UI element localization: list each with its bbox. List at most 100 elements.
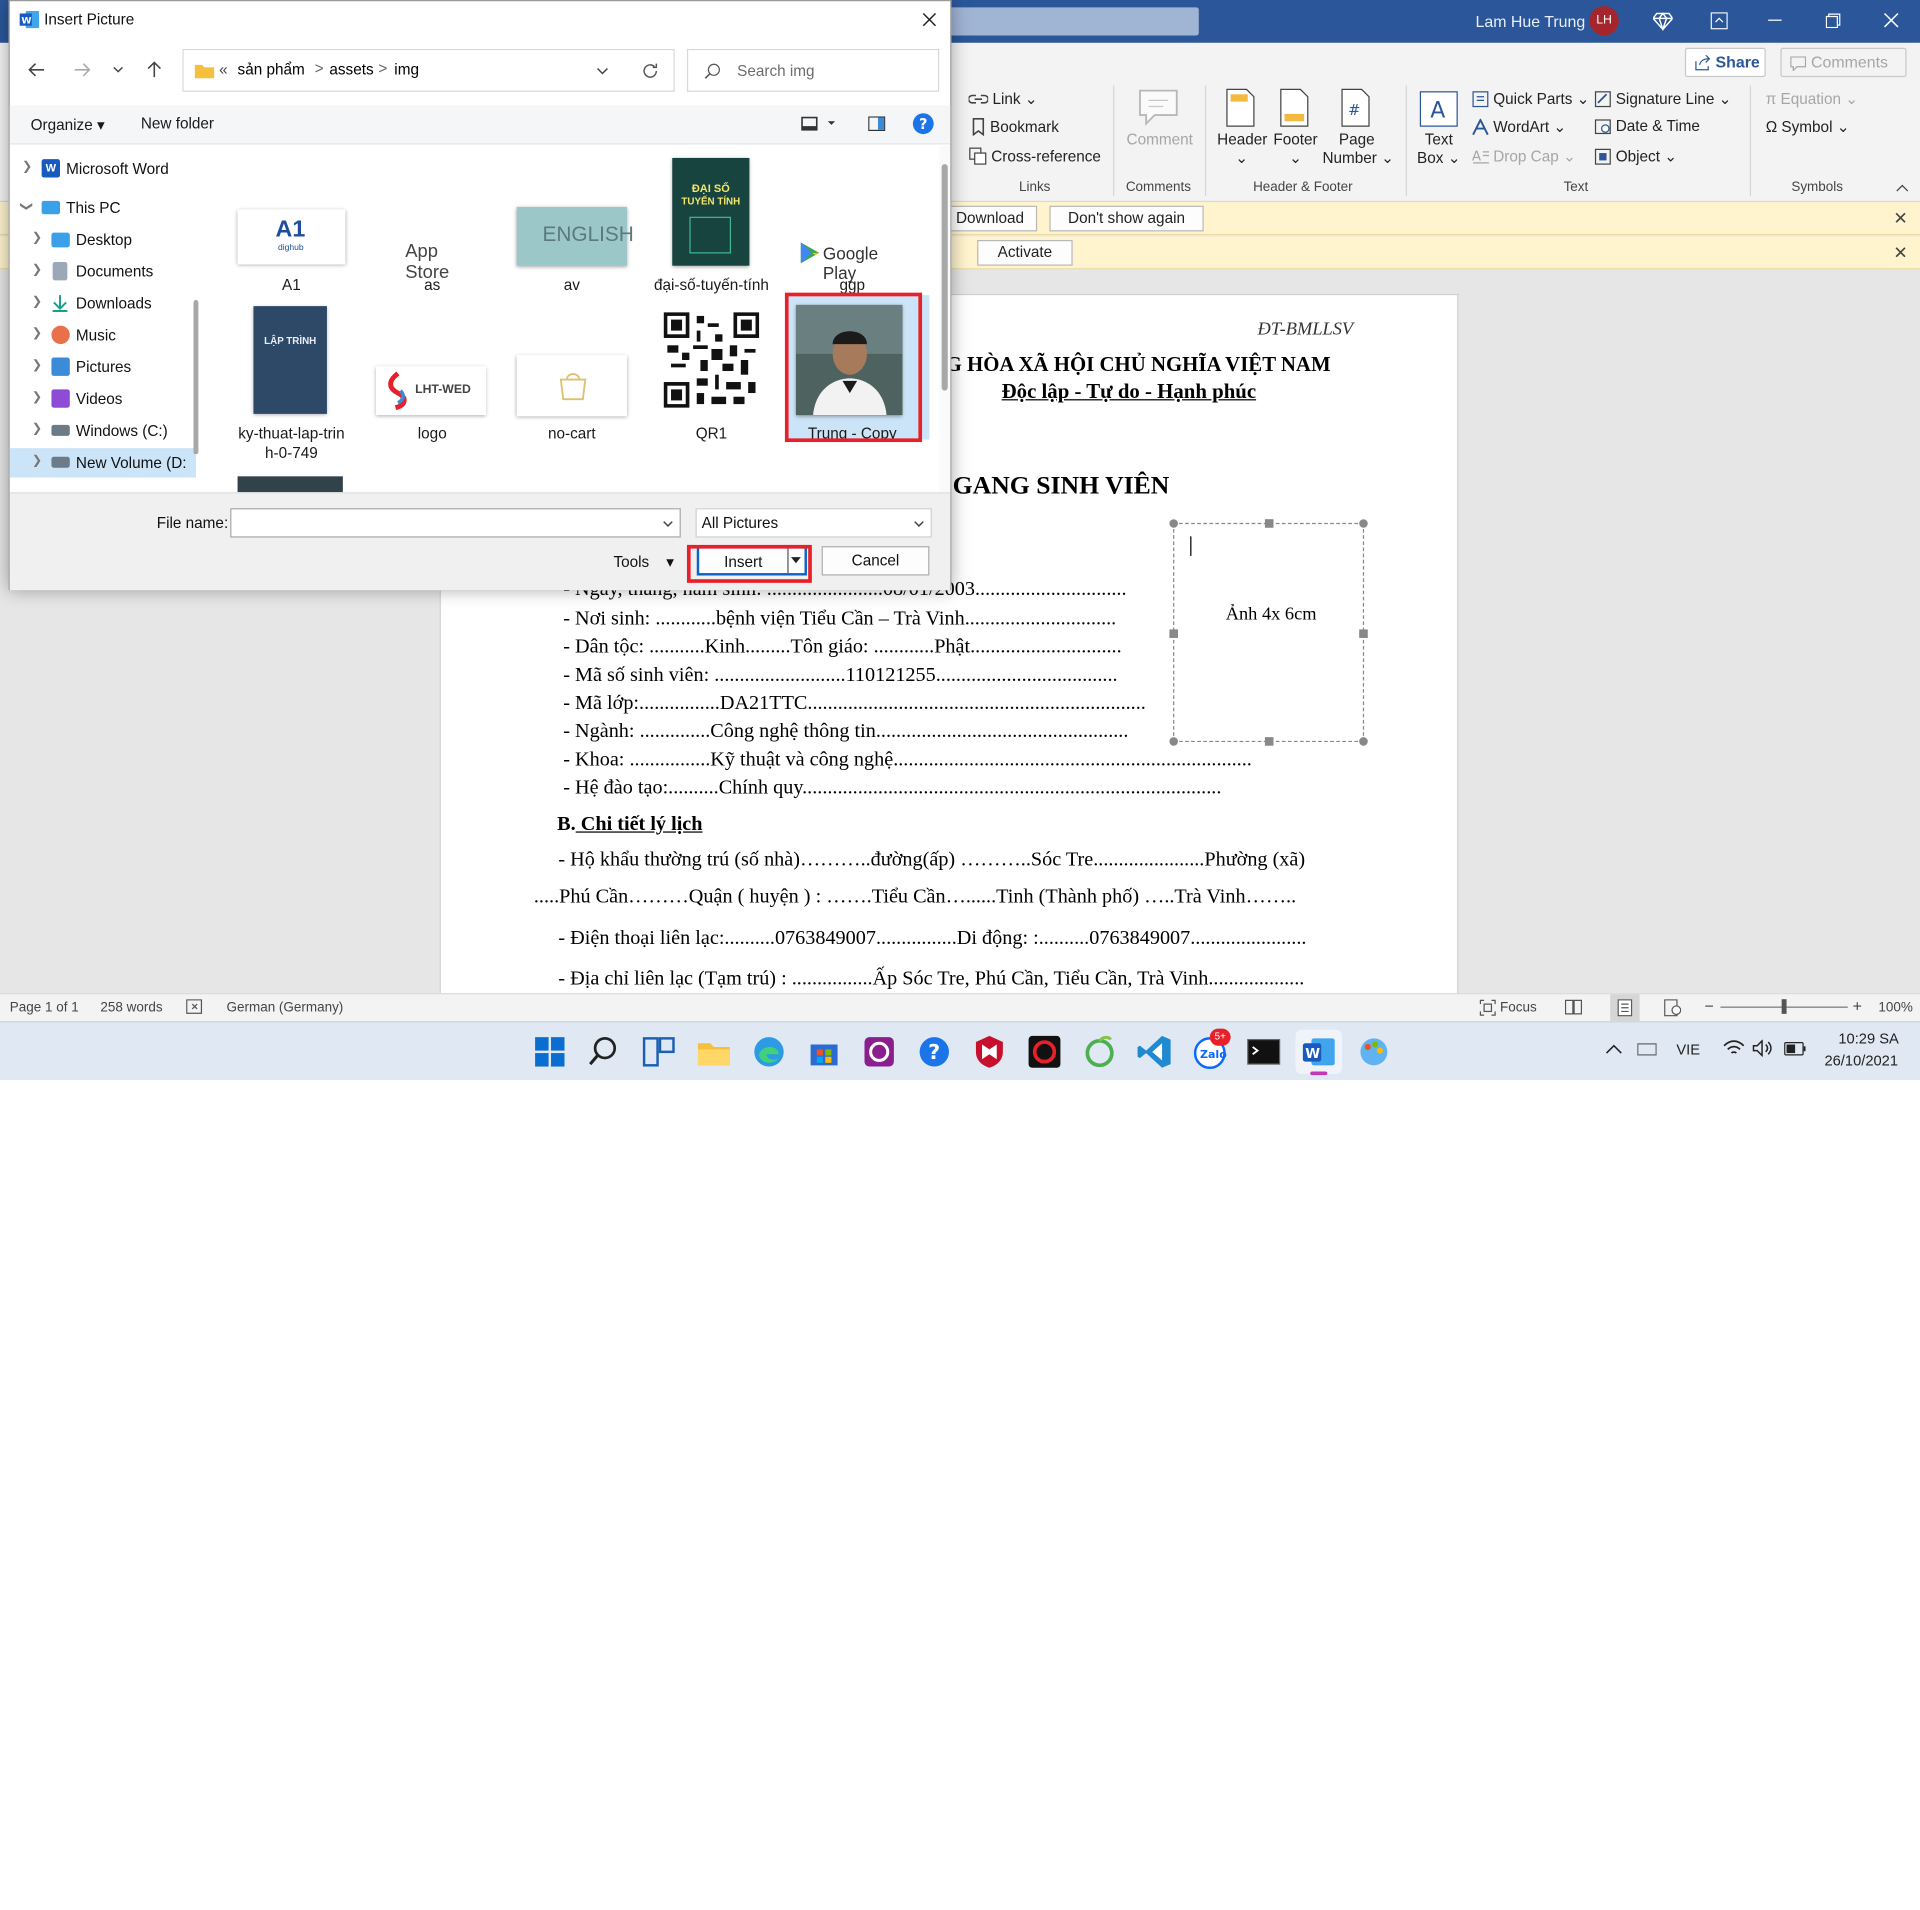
- help-icon[interactable]: ?: [912, 113, 934, 135]
- breadcrumb-separator[interactable]: >: [315, 60, 324, 77]
- chevron-right-icon[interactable]: ❯: [32, 231, 42, 244]
- bookmark-button[interactable]: Bookmark: [971, 117, 1059, 136]
- thumbnail-ggp[interactable]: Google Play: [797, 238, 913, 283]
- file-name[interactable]: ky-thuat-lap-trin: [222, 424, 362, 444]
- chevron-up-icon[interactable]: [1605, 1044, 1622, 1054]
- quick-parts-button[interactable]: Quick Parts ⌄: [1472, 89, 1589, 108]
- thumbnail-av[interactable]: ENGLISH: [516, 206, 634, 266]
- page-count[interactable]: Page 1 of 1: [10, 1000, 79, 1015]
- chevron-down-icon[interactable]: [596, 67, 608, 75]
- new-folder-button[interactable]: New folder: [141, 115, 214, 132]
- chevron-right-icon[interactable]: ❯: [22, 160, 32, 173]
- thumbnail-as[interactable]: App Store: [375, 231, 487, 283]
- header-button[interactable]: Header ⌄: [1217, 131, 1267, 167]
- text-box-button[interactable]: Text Box ⌄: [1416, 131, 1463, 167]
- date-time-button[interactable]: Date & Time: [1594, 118, 1700, 135]
- wordart-button[interactable]: WordArt ⌄: [1472, 118, 1566, 136]
- organize-button[interactable]: Organize ▾: [31, 115, 105, 133]
- address-bar[interactable]: « sản phẩm > assets > img: [182, 48, 675, 92]
- zoom-slider-thumb[interactable]: [1781, 999, 1787, 1014]
- nav-item-microsoft-word[interactable]: ❯ W Microsoft Word: [10, 154, 196, 183]
- file-explorer-icon[interactable]: [694, 1032, 733, 1071]
- focus-button[interactable]: Focus: [1500, 1000, 1537, 1015]
- resize-handle[interactable]: [1169, 737, 1178, 746]
- comments-button[interactable]: Comments: [1780, 47, 1907, 78]
- view-options-icon[interactable]: [801, 116, 838, 131]
- thumbnail-dai-so-tuyen-tinh[interactable]: ĐẠI SỐ TUYẾN TÍNH: [672, 157, 750, 266]
- chevron-right-icon[interactable]: ❯: [32, 391, 42, 404]
- symbol-button[interactable]: Ω Symbol ⌄: [1766, 118, 1850, 136]
- chevron-right-icon[interactable]: ❯: [32, 263, 42, 276]
- zoom-in-button[interactable]: +: [1853, 997, 1862, 1015]
- print-layout-icon[interactable]: [1610, 994, 1640, 1022]
- chevron-right-icon[interactable]: ❯: [32, 295, 42, 308]
- proofing-icon[interactable]: [186, 999, 203, 1015]
- file-name[interactable]: logo: [362, 424, 502, 444]
- download-button[interactable]: Download: [942, 205, 1038, 232]
- chevron-down-icon[interactable]: ❯: [19, 201, 32, 211]
- keyboard-icon[interactable]: [1637, 1041, 1657, 1058]
- search-input[interactable]: Search img: [686, 48, 940, 92]
- chevron-right-icon[interactable]: ❯: [32, 327, 42, 340]
- resize-handle[interactable]: [1169, 519, 1178, 528]
- start-icon[interactable]: [530, 1032, 569, 1071]
- close-icon[interactable]: ✕: [1893, 242, 1907, 263]
- activate-button[interactable]: Activate: [977, 240, 1073, 266]
- nav-item-this-pc[interactable]: ❯ This PC: [10, 193, 196, 222]
- search-icon[interactable]: [584, 1032, 623, 1071]
- file-name[interactable]: đại-số-tuyến-tính: [642, 276, 782, 296]
- footer-button[interactable]: Footer ⌄: [1271, 131, 1320, 167]
- app-icon[interactable]: [860, 1032, 899, 1071]
- nav-item-music[interactable]: ❯ Music: [10, 321, 196, 350]
- file-type-select[interactable]: All Pictures: [695, 508, 932, 538]
- app-leaf-icon[interactable]: [1080, 1032, 1119, 1071]
- breadcrumb-item[interactable]: assets: [329, 61, 373, 78]
- terminal-icon[interactable]: [1244, 1032, 1283, 1071]
- cancel-button[interactable]: Cancel: [821, 546, 930, 576]
- task-view-icon[interactable]: [639, 1032, 678, 1071]
- resize-handle[interactable]: [1169, 629, 1178, 638]
- help-icon[interactable]: ?: [915, 1032, 954, 1071]
- file-name[interactable]: av: [502, 276, 642, 296]
- cross-reference-button[interactable]: Cross-reference: [969, 147, 1101, 165]
- clock-date[interactable]: 26/10/2021: [1822, 1052, 1900, 1069]
- garena-icon[interactable]: [1025, 1032, 1064, 1071]
- nav-item-videos[interactable]: ❯ Videos: [10, 384, 196, 413]
- refresh-icon[interactable]: [642, 62, 659, 79]
- language-status[interactable]: German (Germany): [227, 1000, 344, 1015]
- ribbon-display-icon[interactable]: [1710, 12, 1728, 30]
- collapse-ribbon-icon[interactable]: [1896, 184, 1909, 193]
- nav-item-downloads[interactable]: ❯ Downloads: [10, 289, 196, 318]
- close-icon[interactable]: ✕: [1893, 208, 1907, 229]
- resize-handle[interactable]: [1359, 519, 1368, 528]
- breadcrumb-separator[interactable]: >: [378, 60, 387, 77]
- file-name[interactable]: A1: [222, 276, 362, 296]
- comment-button[interactable]: Comment: [1127, 131, 1193, 148]
- nav-item-windows-c[interactable]: ❯ Windows (C:): [10, 416, 196, 445]
- clock-time[interactable]: 10:29 SA: [1834, 1030, 1903, 1047]
- close-icon[interactable]: [922, 12, 937, 27]
- chevron-right-icon[interactable]: ❯: [32, 359, 42, 372]
- nav-item-new-volume-d[interactable]: ❯ New Volume (D:: [9, 448, 196, 478]
- minimize-icon[interactable]: [1768, 19, 1782, 21]
- forward-arrow-icon[interactable]: [73, 62, 91, 77]
- resize-handle[interactable]: [1359, 737, 1368, 746]
- file-list-scrollbar[interactable]: [939, 145, 951, 493]
- nav-item-pictures[interactable]: ❯ Pictures: [10, 353, 196, 382]
- dont-show-again-button[interactable]: Don't show again: [1049, 205, 1204, 232]
- mcafee-icon[interactable]: [970, 1032, 1009, 1071]
- avatar[interactable]: LH: [1589, 6, 1619, 36]
- chevron-right-icon[interactable]: ❯: [32, 422, 42, 435]
- word-search-box[interactable]: [950, 7, 1199, 36]
- share-button[interactable]: Share: [1684, 47, 1766, 78]
- word-count[interactable]: 258 words: [100, 1000, 162, 1015]
- thumbnail-no-cart[interactable]: [516, 355, 627, 417]
- breadcrumb-overflow[interactable]: «: [219, 61, 228, 78]
- thumbnail-partial[interactable]: [237, 476, 343, 493]
- chevron-down-icon[interactable]: [662, 520, 673, 527]
- wifi-icon[interactable]: [1723, 1040, 1745, 1057]
- photo-text-box[interactable]: Ảnh 4x 6cm: [1169, 519, 1368, 746]
- zoom-out-button[interactable]: −: [1705, 997, 1714, 1015]
- diamond-icon[interactable]: [1653, 11, 1673, 31]
- nav-scrollbar[interactable]: [193, 300, 199, 455]
